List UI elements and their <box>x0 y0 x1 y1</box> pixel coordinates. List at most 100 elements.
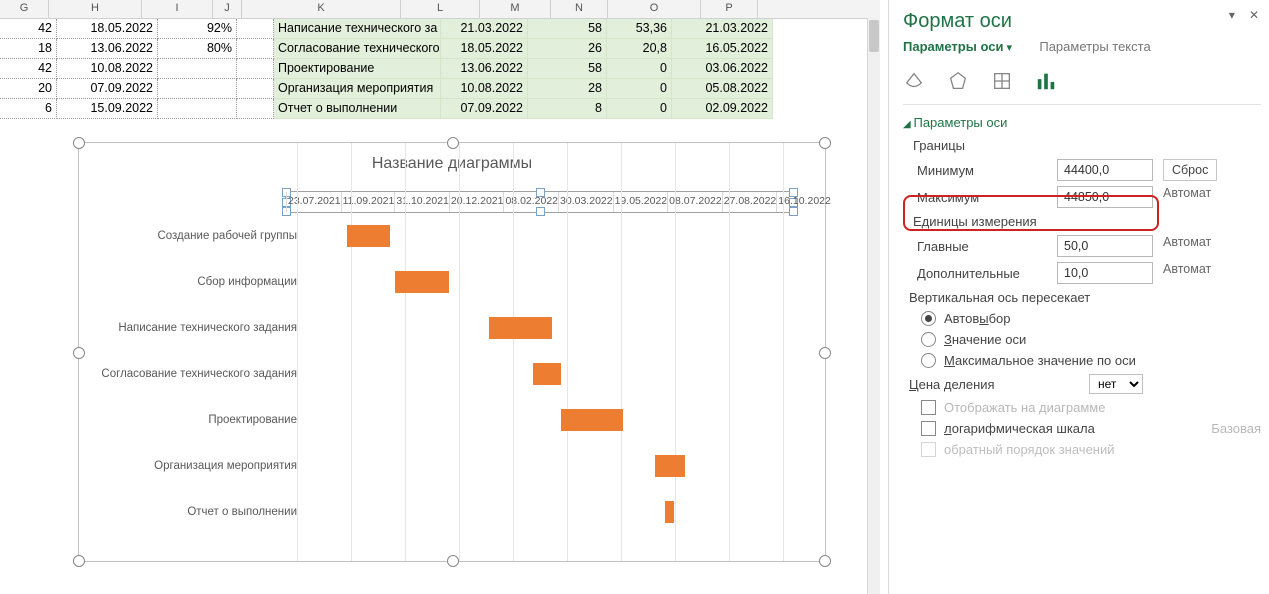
cell[interactable]: 0 <box>607 79 672 99</box>
col-header-l[interactable]: L <box>401 0 480 18</box>
tab-text-options[interactable]: Параметры текста <box>1039 39 1150 54</box>
minor-auto-button[interactable]: Автомат <box>1163 262 1211 284</box>
axis-options-section[interactable]: Параметры оси <box>903 115 1261 130</box>
cell[interactable] <box>158 79 237 99</box>
col-header-o[interactable]: O <box>608 0 701 18</box>
chart-title[interactable]: Название диаграммы <box>79 155 825 173</box>
cell[interactable]: 15.09.2022 <box>57 99 158 119</box>
cell[interactable]: 18.05.2022 <box>57 19 158 39</box>
display-units-select[interactable]: нет <box>1089 374 1143 394</box>
cell[interactable]: Отчет о выполнении <box>274 99 441 119</box>
table-row[interactable]: 4218.05.202292% Написание технического за… <box>0 19 880 39</box>
cell[interactable]: 28 <box>528 79 607 99</box>
col-header-m[interactable]: M <box>480 0 551 18</box>
chart-resize-handle[interactable] <box>73 555 85 567</box>
col-header-j[interactable]: J <box>213 0 242 18</box>
cell[interactable]: 05.08.2022 <box>672 79 773 99</box>
chart-resize-handle[interactable] <box>447 555 459 567</box>
major-auto-button[interactable]: Автомат <box>1163 235 1211 257</box>
effects-icon[interactable] <box>947 70 969 92</box>
cell[interactable] <box>158 59 237 79</box>
minimum-reset-button[interactable]: Сброс <box>1163 159 1217 181</box>
table-row[interactable]: 4210.08.2022 Проектирование13.06.20225800… <box>0 59 880 79</box>
cell[interactable] <box>237 39 274 59</box>
major-unit-input[interactable] <box>1057 235 1153 257</box>
cell[interactable]: 42 <box>0 59 57 79</box>
cell[interactable]: 20,8 <box>607 39 672 59</box>
minimum-input[interactable] <box>1057 159 1153 181</box>
radio-auto[interactable]: Автовыбор <box>921 311 1261 326</box>
cell[interactable]: 07.09.2022 <box>441 99 528 119</box>
horizontal-axis-selected[interactable]: 23.07.202111.09.202131.10.202120.12.2021… <box>285 191 795 213</box>
log-scale-checkbox[interactable]: логарифмическая шкала Базовая <box>921 421 1261 436</box>
cell[interactable]: 13.06.2022 <box>57 39 158 59</box>
cell[interactable]: 42 <box>0 19 57 39</box>
cell[interactable]: 8 <box>528 99 607 119</box>
col-header-g[interactable]: G <box>0 0 49 18</box>
cell[interactable]: 6 <box>0 99 57 119</box>
chart-resize-handle[interactable] <box>819 555 831 567</box>
chart-resize-handle[interactable] <box>447 137 459 149</box>
radio-axis-max[interactable]: Максимальное значение по оси <box>921 353 1261 368</box>
cell[interactable]: 21.03.2022 <box>441 19 528 39</box>
cell[interactable]: 58 <box>528 59 607 79</box>
cell[interactable] <box>237 19 274 39</box>
reverse-order-checkbox[interactable]: обратный порядок значений <box>921 442 1261 457</box>
maximum-input[interactable] <box>1057 186 1153 208</box>
cell[interactable]: 10.08.2022 <box>57 59 158 79</box>
cell[interactable]: 16.05.2022 <box>672 39 773 59</box>
gantt-bar[interactable] <box>655 455 685 477</box>
gantt-bar[interactable] <box>665 501 674 523</box>
axis-options-icon[interactable] <box>1035 70 1057 92</box>
gantt-bar[interactable] <box>533 363 561 385</box>
tab-axis-options[interactable]: Параметры оси <box>903 39 1012 54</box>
radio-axis-value[interactable]: Значение оси <box>921 332 1261 347</box>
cell[interactable]: 80% <box>158 39 237 59</box>
chart-resize-handle[interactable] <box>819 137 831 149</box>
cell[interactable]: 0 <box>607 59 672 79</box>
cell[interactable]: Проектирование <box>274 59 441 79</box>
cell[interactable]: 18 <box>0 39 57 59</box>
chart-resize-handle[interactable] <box>73 137 85 149</box>
cell[interactable] <box>237 59 274 79</box>
cell[interactable]: 07.09.2022 <box>57 79 158 99</box>
maximum-auto-button[interactable]: Автомат <box>1163 186 1211 208</box>
pane-options-icon[interactable]: ▾ <box>1229 8 1235 22</box>
fill-icon[interactable] <box>903 70 925 92</box>
cell[interactable]: 0 <box>607 99 672 119</box>
minor-unit-input[interactable] <box>1057 262 1153 284</box>
col-header-p[interactable]: P <box>701 0 758 18</box>
cell[interactable] <box>158 99 237 119</box>
cell[interactable]: 20 <box>0 79 57 99</box>
table-row[interactable]: 2007.09.2022 Организация мероприятия10.08… <box>0 79 880 99</box>
cell[interactable]: Написание технического за <box>274 19 441 39</box>
cell[interactable]: 10.08.2022 <box>441 79 528 99</box>
col-header-h[interactable]: H <box>49 0 142 18</box>
cell[interactable]: 92% <box>158 19 237 39</box>
cell[interactable]: 21.03.2022 <box>672 19 773 39</box>
chart-resize-handle[interactable] <box>73 347 85 359</box>
col-header-n[interactable]: N <box>551 0 608 18</box>
cell[interactable]: 03.06.2022 <box>672 59 773 79</box>
chart-plot-area[interactable]: Создание рабочей группыСбор информацииНа… <box>97 213 803 539</box>
cell[interactable] <box>237 79 274 99</box>
cell[interactable]: 18.05.2022 <box>441 39 528 59</box>
col-header-i[interactable]: I <box>142 0 213 18</box>
cell[interactable]: Согласование технического <box>274 39 441 59</box>
chart-resize-handle[interactable] <box>819 347 831 359</box>
scrollbar-thumb[interactable] <box>869 20 879 52</box>
table-row[interactable]: 1813.06.202280% Согласование технического… <box>0 39 880 59</box>
cell[interactable]: 26 <box>528 39 607 59</box>
cell[interactable]: Организация мероприятия <box>274 79 441 99</box>
cell[interactable]: 53,36 <box>607 19 672 39</box>
cell[interactable]: 58 <box>528 19 607 39</box>
gantt-bar[interactable] <box>561 409 624 431</box>
gantt-bar[interactable] <box>395 271 449 293</box>
chart-object[interactable]: Название диаграммы 23.07.202111.09.20213… <box>78 142 826 562</box>
vertical-scrollbar[interactable] <box>867 18 880 594</box>
cell[interactable]: 02.09.2022 <box>672 99 773 119</box>
pane-close-icon[interactable]: ✕ <box>1249 8 1259 22</box>
cell[interactable]: 13.06.2022 <box>441 59 528 79</box>
table-row[interactable]: 615.09.2022 Отчет о выполнении07.09.20228… <box>0 99 880 119</box>
gantt-bar[interactable] <box>489 317 552 339</box>
